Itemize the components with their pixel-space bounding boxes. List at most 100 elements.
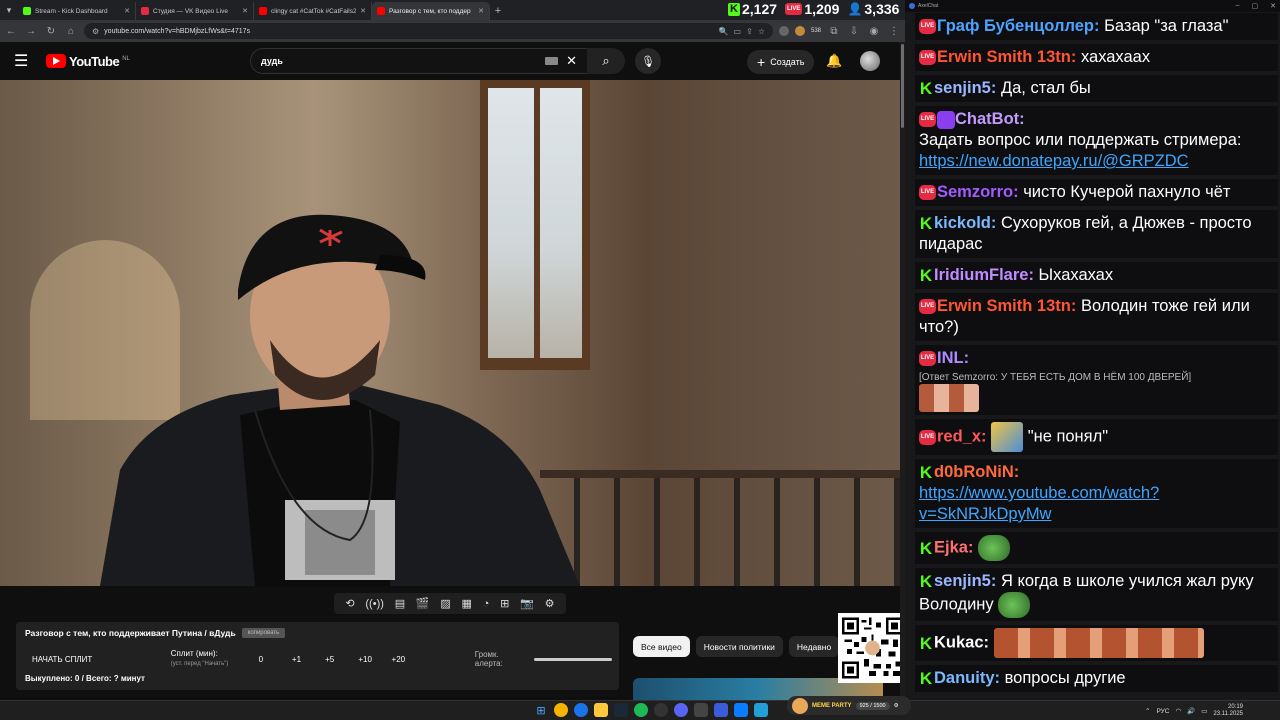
chip-recent[interactable]: Недавно [788,636,840,657]
chat-username[interactable]: Kukac: [934,633,989,651]
notifications-bell-icon[interactable]: 🔔 [826,53,842,69]
volume-icon[interactable]: 🔊 [1187,707,1195,715]
page-scrollbar-thumb[interactable] [901,44,904,128]
broadcast-icon[interactable]: ((•)) [365,598,384,610]
clear-search-icon[interactable]: ✕ [566,53,577,69]
home-icon[interactable]: ⌂ [64,26,78,37]
alert-volume-slider[interactable] [533,657,612,661]
search-input[interactable]: дудь ✕ [250,48,588,74]
chrome-alt-icon[interactable] [574,703,588,717]
chat-username[interactable]: IridiumFlare: [934,266,1034,284]
tab-close-icon[interactable]: ✕ [360,7,366,15]
chat-link[interactable]: https://www.youtube.com/watch?v=SkNRJkDp… [919,484,1159,523]
extension-icon[interactable] [794,26,805,36]
menu-kebab-icon[interactable]: ⋮ [887,26,901,37]
app-icon[interactable] [714,703,728,717]
share-icon[interactable]: ⇪ [746,27,753,36]
create-button[interactable]: + Создать [747,50,815,74]
new-tab-button[interactable]: + [490,2,506,20]
browser-tab[interactable]: clingy cat #CatTok #CatFails202 ✕ [254,2,372,20]
meme-party-widget[interactable]: MEME PARTY 925 / 1500 ⚙ [787,696,911,715]
wifi-icon[interactable]: ◠ [1175,707,1181,715]
theater-mode-icon[interactable]: ▦ [462,597,472,610]
battery-icon[interactable]: ▭ [1201,707,1207,715]
site-info-icon[interactable]: ⚙ [92,27,99,36]
camera-icon[interactable]: 📷 [520,597,534,610]
chat-username[interactable]: Semzorro: [937,183,1019,201]
extension-icon[interactable] [778,26,789,36]
split-value[interactable]: 0 [259,655,292,664]
close-icon[interactable]: ✕ [1270,2,1276,10]
chat-username[interactable]: d0bRoNiN: [934,463,1019,481]
chat-message-list[interactable]: 100 ДВЕРЕЙ LIVEJek Jekson: LIVEГраф Бубе… [905,0,1280,696]
back-icon[interactable]: ← [4,26,18,37]
maximize-icon[interactable]: ▢ [1252,2,1259,10]
chat-username[interactable]: Граф Бубенцоллер: [937,17,1099,35]
chat-link[interactable]: https://new.donatepay.ru/@GRPZDC [919,152,1189,170]
zoom-icon[interactable]: 🔍 [719,27,729,36]
chip-all-videos[interactable]: Все видео [633,636,690,657]
chat-username[interactable]: Danuity: [934,669,1000,687]
settings-icon[interactable]: ⚙ [894,703,899,709]
forward-icon[interactable]: → [24,26,38,37]
browser-tab[interactable]: Stream - Kick Dashboard ✕ [18,2,136,20]
chat-username[interactable]: kickold: [934,214,996,232]
account-avatar[interactable] [860,51,880,71]
search-button[interactable]: ⌕ [587,48,625,74]
puzzle-extensions-icon[interactable]: ⧉ [827,26,841,37]
screenshot-icon[interactable]: ▨ [440,597,450,610]
loop-icon[interactable]: ⟲ [345,597,354,610]
keyboard-icon[interactable] [545,57,559,65]
chat-username[interactable]: Erwin Smith 13tn: [937,297,1076,315]
add-clip-icon[interactable]: ⊞ [500,597,509,610]
subtitles-icon[interactable]: ▤ [395,597,405,610]
chat-username[interactable]: senjin5: [934,572,996,590]
tab-close-icon[interactable]: ✕ [124,7,130,15]
url-text[interactable]: youtube.com/watch?v=hBDMjbzLfWs&t=4717s [104,28,713,35]
steam-icon[interactable] [614,703,628,717]
telegram-icon[interactable] [754,703,768,717]
voice-search-button[interactable]: 🎙 [635,48,661,74]
clock[interactable]: 20:19 23.11.2025 [1213,704,1243,718]
bookmark-star-icon[interactable]: ☆ [758,27,765,36]
chat-username[interactable]: ChatBot: [955,110,1025,128]
increment-20-button[interactable]: +20 [392,655,425,664]
spotify-icon[interactable] [634,703,648,717]
increment-5-button[interactable]: +5 [325,655,358,664]
youtube-logo[interactable]: YouTube NL [46,54,130,69]
search-query[interactable]: дудь [261,56,545,66]
tab-close-icon[interactable]: ✕ [242,7,248,15]
obs-icon[interactable] [654,703,668,717]
discord-icon[interactable] [674,703,688,717]
cast-icon[interactable]: ▭ [734,27,742,36]
chat-username[interactable]: Erwin Smith 13tn: [937,48,1076,66]
chat-username[interactable]: INL: [937,349,969,367]
chip-politics-news[interactable]: Новости политики [695,636,783,657]
chrome-icon[interactable] [554,703,568,717]
download-icon[interactable]: ⇩ [847,26,861,37]
increment-1-button[interactable]: +1 [292,655,325,664]
increment-10-button[interactable]: +10 [358,655,391,664]
browser-tab[interactable]: Студия — VK Видео Live ✕ [136,2,254,20]
minimize-icon[interactable]: – [1236,2,1240,10]
start-windows-icon[interactable]: ⊞ [534,703,548,717]
app-icon[interactable] [694,703,708,717]
input-language[interactable]: РУС [1156,708,1169,715]
profile-icon[interactable]: ◉ [867,26,881,37]
copy-button[interactable]: копировать [241,628,286,638]
tab-search-icon[interactable]: ▾ [0,0,18,20]
tray-chevron-icon[interactable]: ⌃ [1145,707,1150,715]
app-icon[interactable] [734,703,748,717]
chat-username[interactable]: senjin5: [934,79,996,97]
video-player[interactable] [0,80,900,586]
chat-username[interactable]: Ejka: [934,538,973,556]
tab-close-icon[interactable]: ✕ [478,7,484,15]
address-bar[interactable]: ⚙ youtube.com/watch?v=hBDMjbzLfWs&t=4717… [84,23,773,39]
hamburger-menu-icon[interactable]: ☰ [14,51,34,71]
start-split-button[interactable]: НАЧАТЬ СПЛИТ [32,655,171,664]
reload-icon[interactable]: ↻ [44,26,58,37]
settings-gear-icon[interactable]: ⚙ [545,597,555,610]
speed-gauge-icon[interactable]: ◔ [483,598,490,610]
chat-username[interactable]: red_x: [937,427,987,445]
browser-tab[interactable]: Разговор с тем, кто поддер ✕ [372,2,490,20]
